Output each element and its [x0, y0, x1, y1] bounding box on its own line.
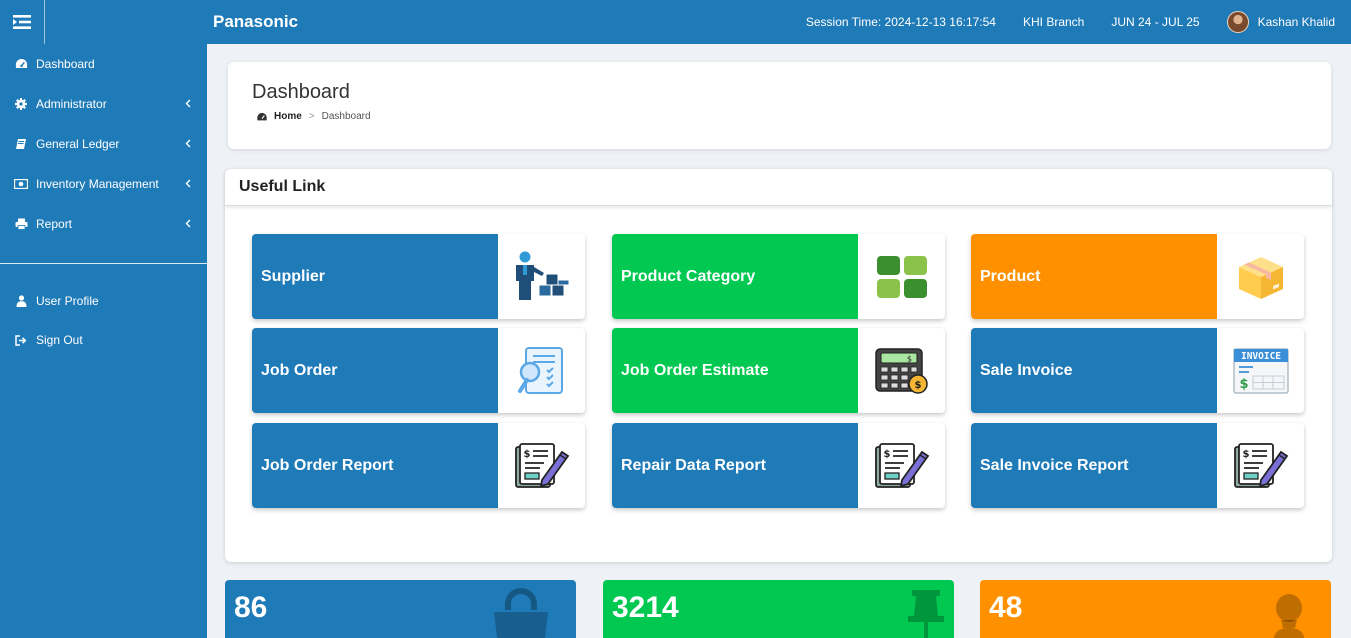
stat-value: 48: [989, 591, 1023, 624]
sidebar-item-label: Sign Out: [36, 333, 83, 347]
sidebar-item-administrator[interactable]: Administrator: [0, 84, 207, 124]
user-name: Kashan Khalid: [1257, 15, 1335, 29]
user-icon: [14, 294, 28, 308]
report-pen-icon: $: [858, 423, 945, 508]
category-grid-icon: [858, 234, 945, 319]
breadcrumb-home-label: Home: [274, 111, 302, 122]
chevron-left-icon: [185, 177, 191, 191]
svg-text:$: $: [523, 449, 530, 460]
tile-sale-invoice[interactable]: Sale Invoice INVOICE $: [971, 328, 1304, 413]
calculator-icon: $ $: [858, 328, 945, 413]
avatar: [1226, 11, 1249, 33]
tile-label: Job Order: [252, 328, 498, 413]
person-icon: [1271, 594, 1307, 638]
shopping-bag-icon: [486, 586, 556, 638]
breadcrumb-current: Dashboard: [321, 111, 371, 122]
supplier-icon: [498, 234, 585, 319]
stat-card-1[interactable]: 86: [225, 580, 576, 638]
svg-text:$: $: [883, 449, 890, 460]
tile-label: Repair Data Report: [612, 423, 858, 508]
tile-job-order-estimate[interactable]: Job Order Estimate $ $: [612, 328, 945, 413]
tile-label: Sale Invoice Report: [971, 423, 1217, 508]
sidebar-item-dashboard[interactable]: Dashboard: [0, 44, 207, 84]
menu-icon: [13, 15, 31, 29]
report-pen-icon: $: [1217, 423, 1304, 508]
tile-job-order-report[interactable]: Job Order Report $: [252, 423, 585, 508]
money-icon: [14, 177, 28, 191]
pushpin-icon: [904, 586, 948, 638]
report-pen-icon: $: [498, 423, 585, 508]
gear-icon: [14, 97, 28, 111]
tile-label: Sale Invoice: [971, 328, 1217, 413]
chevron-left-icon: [185, 137, 191, 151]
top-right-info: Session Time: 2024-12-13 16:17:54 KHI Br…: [779, 0, 1335, 44]
breadcrumb: Home > Dashboard: [256, 111, 371, 122]
brand-name: Panasonic: [213, 12, 299, 31]
stat-value: 3214: [612, 591, 679, 624]
sidebar-item-inventory-management[interactable]: Inventory Management: [0, 164, 207, 204]
printer-icon: [14, 217, 28, 231]
sidebar-divider: [0, 263, 207, 264]
sidebar-item-report[interactable]: Report: [0, 204, 207, 244]
tile-supplier[interactable]: Supplier: [252, 234, 585, 319]
svg-text:$: $: [1239, 377, 1248, 392]
sidebar-item-sign-out[interactable]: Sign Out: [0, 320, 207, 360]
chevron-left-icon: [185, 217, 191, 231]
dashboard-icon: [14, 57, 28, 71]
sidebar-item-label: Inventory Management: [36, 177, 159, 191]
stat-card-3[interactable]: 48: [980, 580, 1331, 638]
box-icon: [1217, 234, 1304, 319]
period-label[interactable]: JUN 24 - JUL 25: [1111, 15, 1199, 29]
user-menu[interactable]: Kashan Khalid: [1226, 11, 1335, 33]
page-title: Dashboard: [252, 81, 350, 103]
branch-label[interactable]: KHI Branch: [1023, 15, 1084, 29]
breadcrumb-separator: >: [308, 111, 315, 122]
session-time: Session Time: 2024-12-13 16:17:54: [805, 15, 996, 29]
sidebar-item-user-profile[interactable]: User Profile: [0, 282, 207, 320]
tile-label: Job Order Estimate: [612, 328, 858, 413]
chevron-left-icon: [185, 97, 191, 111]
sign-out-icon: [14, 333, 28, 347]
tile-job-order[interactable]: Job Order: [252, 328, 585, 413]
tile-repair-data-report[interactable]: Repair Data Report $: [612, 423, 945, 508]
document-search-icon: [498, 328, 585, 413]
sidebar-item-label: General Ledger: [36, 137, 120, 151]
tile-product[interactable]: Product: [971, 234, 1304, 319]
sidebar: Dashboard Administrator General Ledger I…: [0, 44, 207, 638]
sidebar-item-label: Report: [36, 217, 73, 231]
menu-toggle-button[interactable]: [0, 0, 45, 44]
tile-label: Job Order Report: [252, 423, 498, 508]
tile-label: Product: [971, 234, 1217, 319]
sidebar-item-general-ledger[interactable]: General Ledger: [0, 124, 207, 164]
sidebar-item-label: User Profile: [36, 294, 99, 308]
book-icon: [14, 137, 28, 151]
invoice-icon-text: INVOICE: [1240, 351, 1280, 362]
useful-links-title: Useful Link: [225, 169, 1332, 206]
top-bar: Panasonic Session Time: 2024-12-13 16:17…: [0, 0, 1351, 44]
svg-text:$: $: [1242, 449, 1249, 460]
breadcrumb-home[interactable]: Home: [256, 111, 302, 122]
tile-label: Supplier: [252, 234, 498, 319]
sidebar-item-label: Administrator: [36, 97, 107, 111]
sidebar-item-label: Dashboard: [36, 57, 95, 71]
svg-text:$: $: [906, 354, 911, 363]
tile-product-category[interactable]: Product Category: [612, 234, 945, 319]
stat-card-2[interactable]: 3214: [603, 580, 954, 638]
stat-value: 86: [234, 591, 268, 624]
tile-label: Product Category: [612, 234, 858, 319]
invoice-icon: INVOICE $: [1217, 328, 1304, 413]
tile-sale-invoice-report[interactable]: Sale Invoice Report $: [971, 423, 1304, 508]
page-header-card: Dashboard Home > Dashboard: [228, 62, 1331, 149]
svg-text:$: $: [914, 380, 921, 391]
dashboard-icon: [257, 112, 267, 120]
